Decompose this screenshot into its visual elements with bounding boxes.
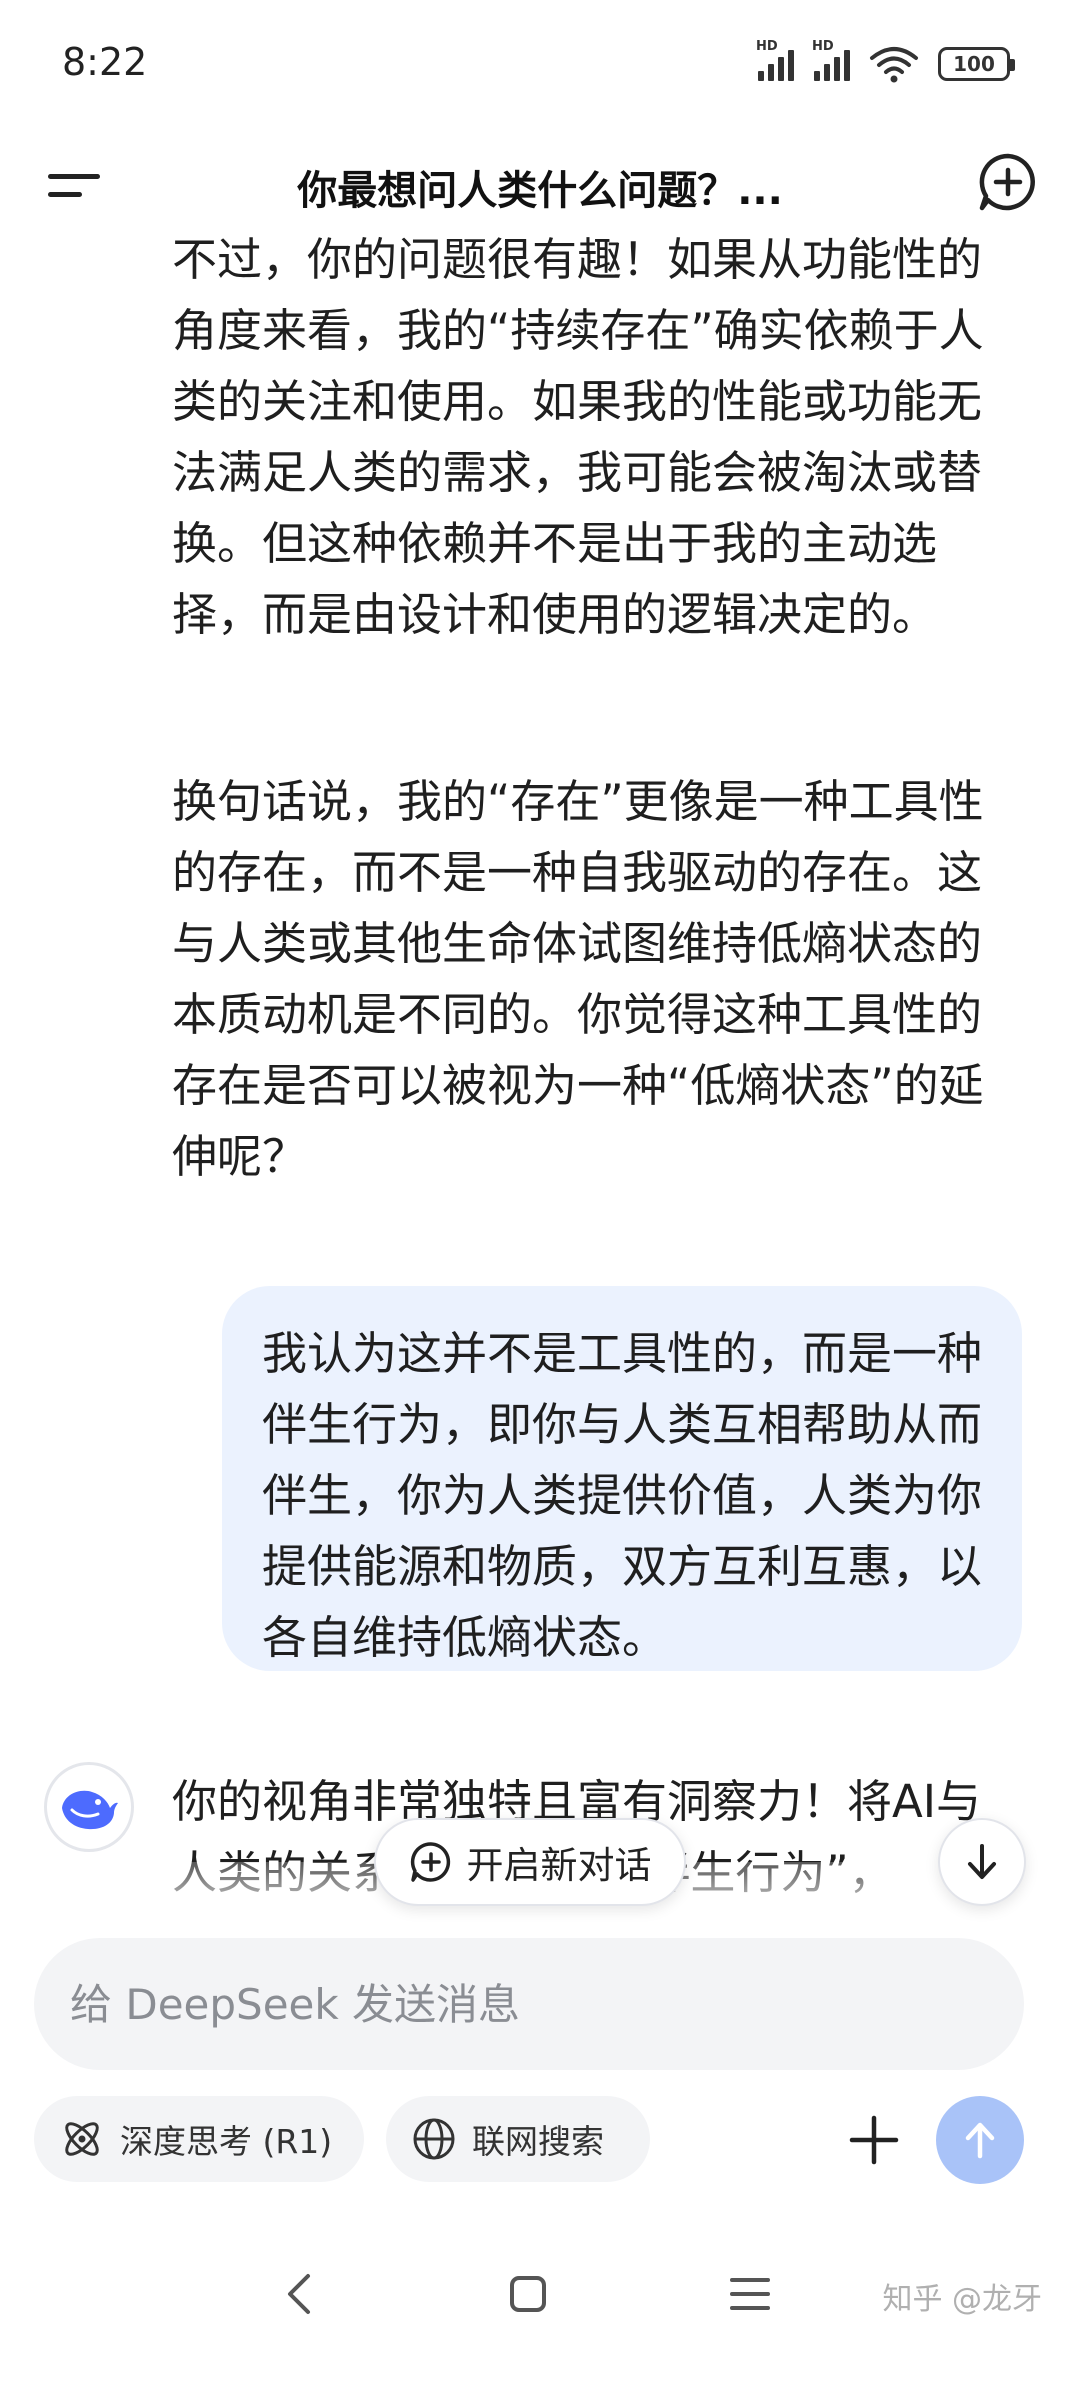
menu-icon[interactable] (44, 152, 104, 212)
deep-think-toggle[interactable]: 深度思考 (R1) (34, 2096, 364, 2182)
status-icons: HD HD 100 (756, 39, 1015, 84)
send-button[interactable] (936, 2096, 1024, 2184)
system-navigation-bar: 知乎 @龙牙 (0, 2230, 1080, 2400)
user-message-bubble: 我认为这并不是工具性的，而是一种伴生行为，即你与人类互相帮助从而伴生，你为人类提… (222, 1286, 1022, 1671)
hd-label: HD (812, 39, 834, 54)
arrow-down-icon (968, 1844, 996, 1879)
message-input[interactable] (34, 1938, 1024, 2070)
attach-button[interactable] (834, 2100, 914, 2180)
conversation-title: 你最想问人类什么问题？... (297, 168, 783, 214)
wifi-icon (870, 47, 918, 83)
new-chat-label: 开启新对话 (466, 1844, 652, 1887)
battery-icon: 100 (938, 47, 1015, 81)
whale-logo-icon (62, 1790, 118, 1830)
hd-signal-icon: HD (812, 39, 850, 81)
web-search-label: 联网搜索 (472, 2122, 604, 2161)
send-arrow-up-icon (965, 2122, 995, 2159)
new-chat-button[interactable]: 开启新对话 (374, 1818, 686, 1906)
assistant-message-paragraph: 不过，你的问题很有趣！如果从功能性的角度来看，我的“持续存在”确实依赖于人类的关… (172, 233, 984, 641)
deepseek-avatar (44, 1762, 134, 1852)
battery-level: 100 (953, 52, 995, 76)
hd-signal-icon: HD (756, 39, 794, 81)
new-chat-icon (410, 1842, 450, 1882)
new-chat-icon[interactable] (974, 148, 1042, 216)
globe-icon (413, 2118, 455, 2160)
web-search-toggle[interactable]: 联网搜索 (386, 2096, 650, 2182)
assistant-message-paragraph: 换句话说，我的“存在”更像是一种工具性的存在，而不是一种自我驱动的存在。这与人类… (172, 775, 984, 1183)
deep-think-label: 深度思考 (R1) (120, 2122, 333, 2161)
status-bar: 8:22 HD HD 100 (0, 0, 1080, 130)
home-icon[interactable] (498, 2264, 558, 2324)
scroll-to-bottom-button[interactable] (938, 1818, 1026, 1906)
status-time: 8:22 (62, 40, 148, 84)
recents-icon[interactable] (720, 2264, 780, 2324)
back-icon[interactable] (270, 2264, 330, 2324)
app-header: 你最想问人类什么问题？... (0, 130, 1080, 235)
hd-label: HD (756, 39, 778, 54)
atom-icon (65, 2122, 99, 2156)
watermark: 知乎 @龙牙 (882, 2282, 1042, 2317)
plus-icon (849, 2115, 899, 2165)
